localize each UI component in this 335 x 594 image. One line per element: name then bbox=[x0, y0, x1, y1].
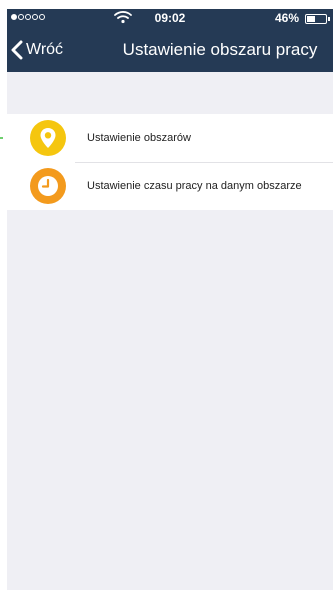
battery-icon bbox=[305, 14, 330, 24]
battery-nub bbox=[328, 17, 330, 21]
clock-glyph bbox=[38, 176, 58, 196]
list-item-work-time-settings[interactable]: Ustawienie czasu pracy na danym obszarze bbox=[7, 162, 333, 210]
phone-screen: 09:02 46% Wróć Ustawienie obszaru pracy … bbox=[7, 9, 333, 590]
status-bar: 09:02 46% bbox=[7, 9, 333, 28]
battery-percent: 46% bbox=[274, 11, 299, 25]
page-title: Ustawienie obszaru pracy bbox=[122, 40, 318, 59]
clock-icon bbox=[30, 168, 66, 204]
navigation-bar: Wróć Ustawienie obszaru pracy bbox=[7, 28, 333, 72]
list-item-label: Ustawienie czasu pracy na danym obszarze bbox=[87, 180, 302, 192]
back-button[interactable]: Wróć bbox=[10, 38, 63, 62]
location-pin-icon bbox=[30, 120, 66, 156]
settings-list: Ustawienie obszarów Ustawienie czasu pra… bbox=[7, 114, 333, 210]
list-item-label: Ustawienie obszarów bbox=[87, 132, 191, 144]
chevron-left-icon bbox=[11, 40, 23, 60]
location-pin-glyph bbox=[40, 128, 56, 148]
edge-marker bbox=[0, 137, 3, 139]
battery-fill bbox=[307, 16, 315, 22]
list-item-area-settings[interactable]: Ustawienie obszarów bbox=[7, 114, 333, 162]
back-button-label: Wróć bbox=[26, 41, 64, 58]
